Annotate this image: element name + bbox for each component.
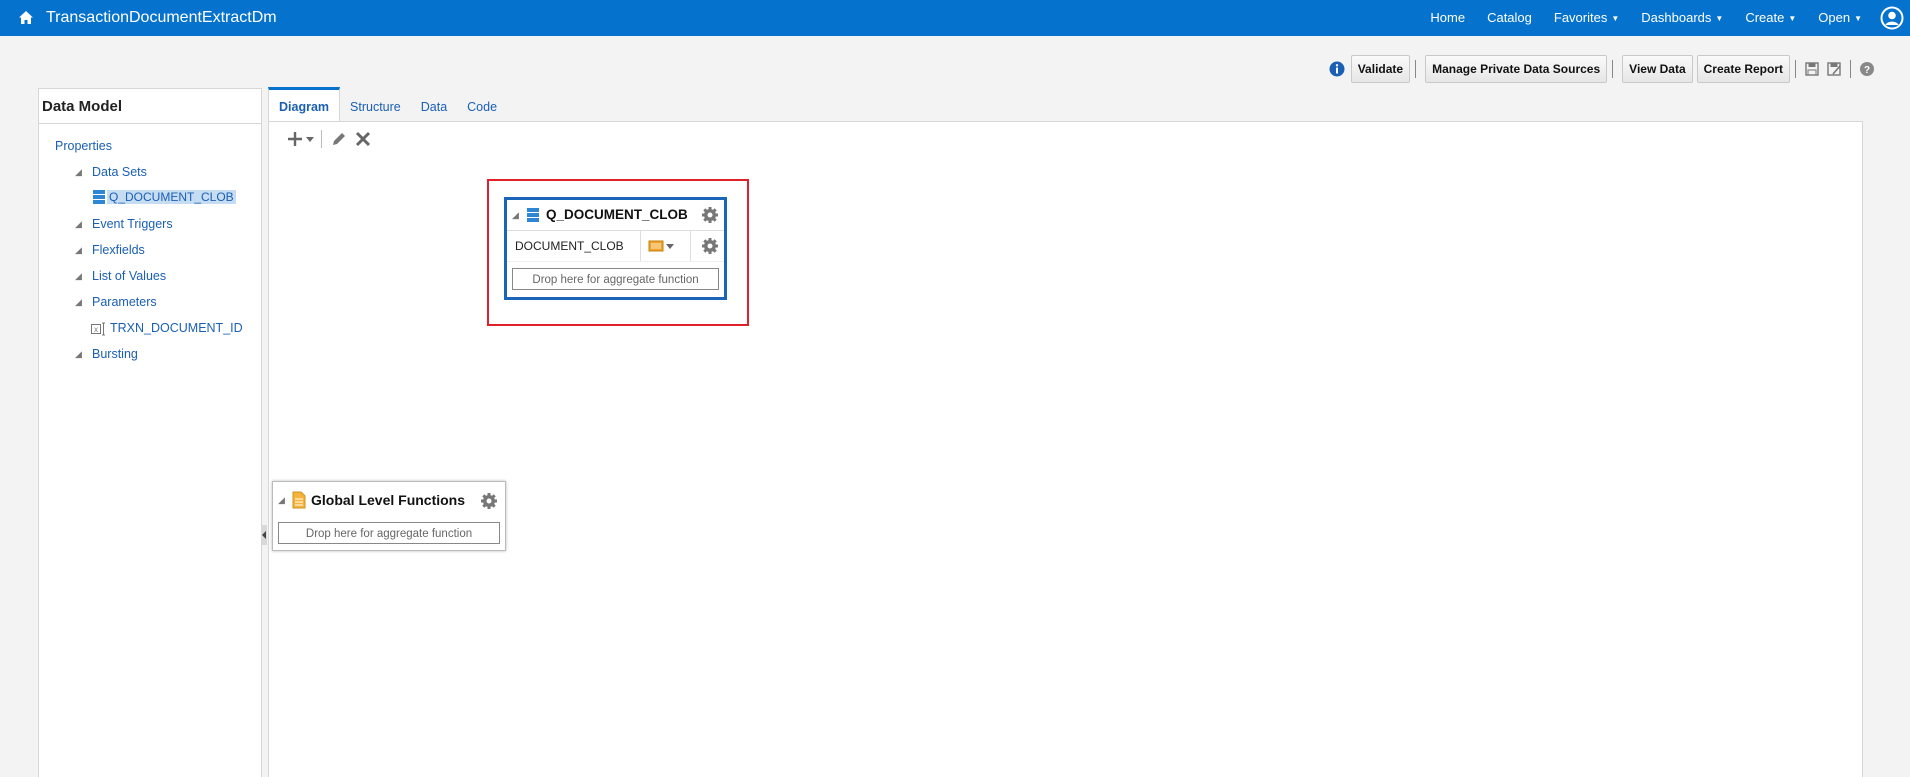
dataset-icon <box>93 190 105 204</box>
nav-dashboards-label: Dashboards <box>1641 10 1712 25</box>
delete-x-icon[interactable] <box>354 130 372 148</box>
tree-item-list-of-values[interactable]: List of Values <box>92 269 166 283</box>
canvas-toolbar <box>287 130 378 148</box>
nav-catalog-label: Catalog <box>1487 10 1532 25</box>
nav-catalog-link[interactable]: Catalog <box>1487 10 1532 25</box>
manage-private-data-sources-button[interactable]: Manage Private Data Sources <box>1425 55 1608 83</box>
save-as-icon[interactable] <box>1826 61 1842 77</box>
global-functions-title: Global Level Functions <box>311 492 466 508</box>
nav-home-label: Home <box>1430 10 1466 25</box>
tab-data[interactable]: Data <box>411 87 457 122</box>
svg-text:?: ? <box>1864 65 1870 76</box>
divider <box>640 231 641 261</box>
aggregate-drop-zone[interactable]: Drop here for aggregate function <box>278 522 500 544</box>
separator <box>321 130 322 148</box>
action-toolbar: Validate Manage Private Data Sources Vie… <box>1329 55 1878 83</box>
collapse-triangle-icon[interactable]: ◢ <box>278 495 285 506</box>
tree-item-q-document-clob[interactable]: Q_DOCUMENT_CLOB <box>107 190 236 204</box>
chevron-down-icon: ▼ <box>1611 14 1620 23</box>
nav-dashboards-menu[interactable]: Dashboards ▼ <box>1641 10 1723 25</box>
nav-create-menu[interactable]: Create ▼ <box>1745 10 1796 25</box>
dataset-title: Q_DOCUMENT_CLOB <box>546 207 688 222</box>
aggregate-drop-zone[interactable]: Drop here for aggregate function <box>512 268 719 290</box>
gear-icon[interactable] <box>701 237 719 255</box>
parameter-icon: x <box>91 322 105 336</box>
panel-collapse-handle[interactable] <box>261 525 267 545</box>
nav-open-menu[interactable]: Open ▼ <box>1818 10 1862 25</box>
info-icon[interactable] <box>1329 61 1345 77</box>
home-icon[interactable] <box>17 9 35 27</box>
dataset-icon <box>527 208 539 222</box>
divider <box>690 231 691 261</box>
validate-button[interactable]: Validate <box>1350 55 1411 83</box>
dataset-box-q-document-clob[interactable]: ◢ Q_DOCUMENT_CLOB DOCUMENT_CLOB Drop her… <box>504 197 727 300</box>
top-bar: TransactionDocumentExtractDm Home Catalo… <box>0 0 1910 36</box>
tab-code[interactable]: Code <box>457 87 507 122</box>
expand-triangle-icon[interactable]: ◢ <box>75 297 82 308</box>
collapse-triangle-icon[interactable]: ◢ <box>512 210 519 221</box>
chevron-down-icon: ▼ <box>1788 14 1797 23</box>
document-icon <box>292 491 306 509</box>
data-model-panel: Data Model Properties ◢ Data Sets Q_DOCU… <box>38 88 262 777</box>
top-nav: Home Catalog Favorites ▼ Dashboards ▼ Crea… <box>1408 10 1862 25</box>
tab-diagram[interactable]: Diagram <box>268 87 341 122</box>
view-data-button[interactable]: View Data <box>1622 55 1693 83</box>
separator <box>1415 60 1417 78</box>
tree-item-parameters[interactable]: Parameters <box>92 295 157 309</box>
help-icon[interactable]: ? <box>1859 61 1875 77</box>
divider <box>39 123 261 124</box>
svg-text:x: x <box>94 325 98 334</box>
save-icon[interactable] <box>1804 61 1820 77</box>
create-report-button[interactable]: Create Report <box>1696 55 1790 83</box>
expand-triangle-icon[interactable]: ◢ <box>75 271 82 282</box>
chevron-down-icon: ▼ <box>1854 14 1862 23</box>
expand-triangle-icon[interactable]: ◢ <box>75 349 82 360</box>
diagram-canvas[interactable]: ◢ Q_DOCUMENT_CLOB DOCUMENT_CLOB Drop her… <box>268 121 1863 777</box>
tree-item-properties[interactable]: Properties <box>55 139 112 153</box>
gear-icon[interactable] <box>480 492 498 510</box>
nav-favorites-label: Favorites <box>1553 10 1608 25</box>
nav-home-link[interactable]: Home <box>1430 10 1465 25</box>
clob-type-icon[interactable] <box>648 239 678 253</box>
panel-title: Data Model <box>42 98 123 115</box>
expand-triangle-icon[interactable]: ◢ <box>75 167 82 178</box>
expand-triangle-icon[interactable]: ◢ <box>75 219 82 230</box>
tree-item-event-triggers[interactable]: Event Triggers <box>92 217 173 231</box>
separator <box>1850 60 1851 78</box>
global-level-functions-box[interactable]: ◢ Global Level Functions Drop here for a… <box>272 481 506 551</box>
tab-structure[interactable]: Structure <box>340 87 411 122</box>
separator <box>1612 60 1614 78</box>
tree-item-trxn-document-id[interactable]: TRXN_DOCUMENT_ID <box>110 321 243 335</box>
expand-triangle-icon[interactable]: ◢ <box>75 245 82 256</box>
tree-item-flexfields[interactable]: Flexfields <box>92 243 145 257</box>
nav-create-label: Create <box>1745 10 1785 25</box>
user-avatar-icon[interactable] <box>1880 6 1904 30</box>
add-dataset-icon[interactable] <box>287 130 315 148</box>
chevron-down-icon: ▼ <box>1715 14 1724 23</box>
column-name: DOCUMENT_CLOB <box>515 239 624 253</box>
app-title: TransactionDocumentExtractDm <box>46 9 277 26</box>
dataset-column-row[interactable]: DOCUMENT_CLOB <box>507 231 724 262</box>
tree-item-bursting[interactable]: Bursting <box>92 347 138 361</box>
dataset-header: ◢ Q_DOCUMENT_CLOB <box>507 200 724 231</box>
gear-icon[interactable] <box>701 206 719 224</box>
tab-bar: Diagram Structure Data Code <box>268 87 507 122</box>
edit-pencil-icon[interactable] <box>330 130 348 148</box>
nav-open-label: Open <box>1818 10 1851 25</box>
separator <box>1795 60 1796 78</box>
tree-item-data-sets[interactable]: Data Sets <box>92 165 147 179</box>
nav-favorites-menu[interactable]: Favorites ▼ <box>1554 10 1619 25</box>
